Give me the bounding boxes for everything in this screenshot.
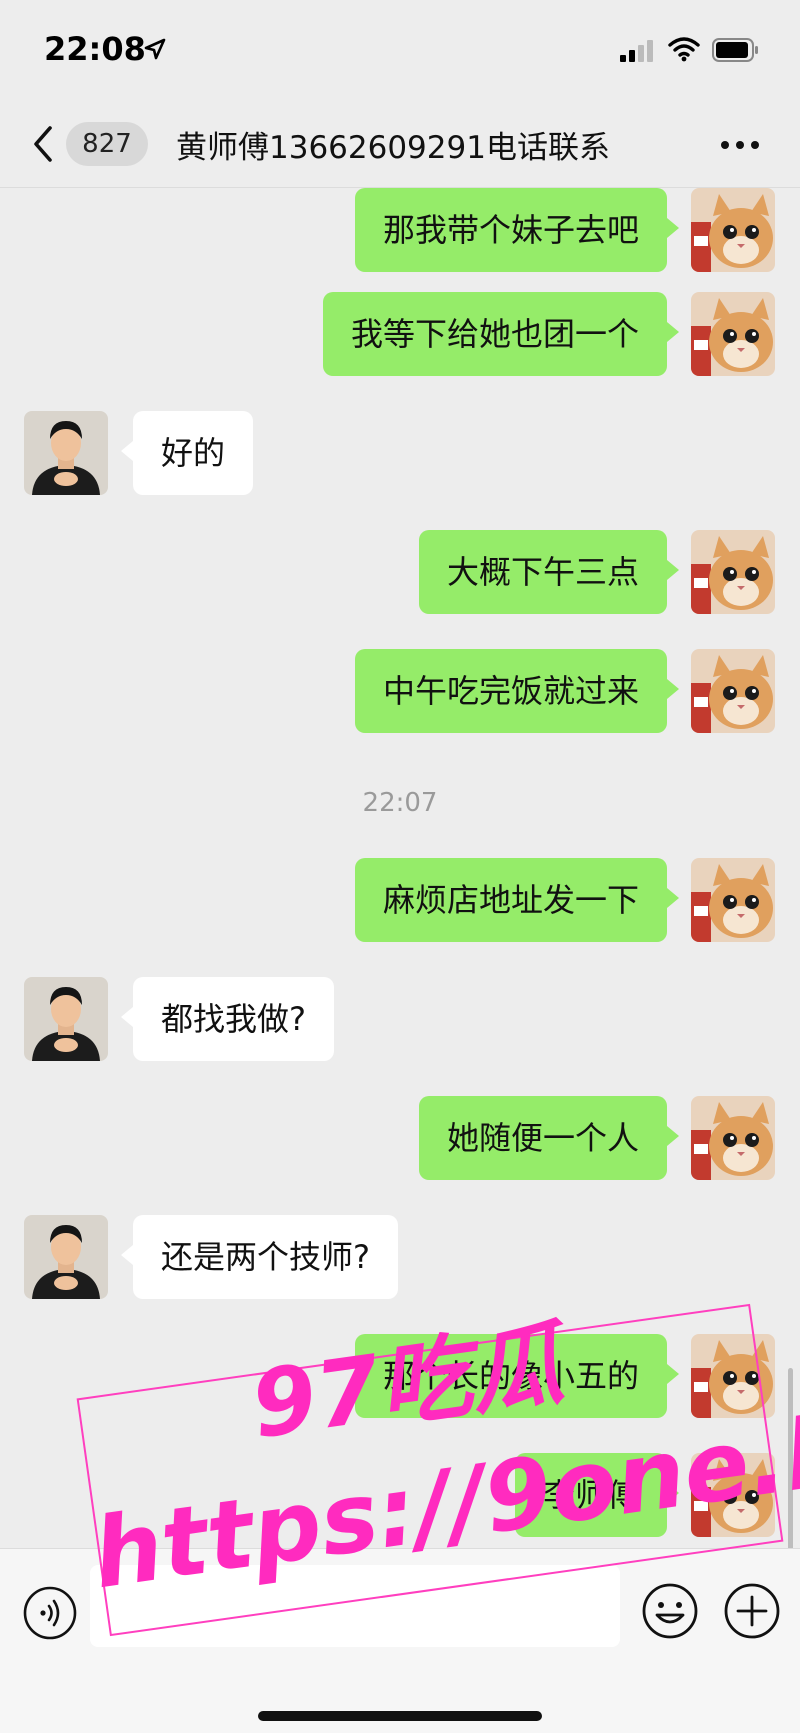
plus-icon[interactable] <box>722 1581 782 1645</box>
unread-count-badge[interactable]: 827 <box>66 122 148 166</box>
status-bar: 22:08 <box>0 0 800 100</box>
scrollbar[interactable] <box>788 1368 793 1548</box>
cellular-signal-icon <box>620 40 656 66</box>
contact-avatar[interactable] <box>24 411 108 495</box>
incoming-message: 好的 <box>0 411 800 501</box>
status-time: 22:08 <box>44 30 146 68</box>
wifi-icon <box>668 36 700 66</box>
emoji-icon[interactable] <box>640 1581 700 1645</box>
message-bubble[interactable]: 我等下给她也团一个 <box>322 292 680 376</box>
outgoing-message: 麻烦店地址发一下 <box>0 858 800 948</box>
chat-header: 827 黄师傅13662609291电话联系 <box>0 100 800 188</box>
message-bubble[interactable]: 那个长的像小五的 <box>354 1334 680 1418</box>
voice-icon[interactable] <box>22 1585 78 1645</box>
more-dots-icon[interactable] <box>720 136 760 155</box>
battery-icon <box>712 38 760 66</box>
outgoing-message: 那个长的像小五的 <box>0 1334 800 1424</box>
outgoing-message: 我等下给她也团一个 <box>0 292 800 382</box>
message-bubble[interactable]: 李师傅 <box>514 1453 680 1537</box>
home-indicator <box>258 1711 542 1721</box>
message-bubble[interactable]: 大概下午三点 <box>418 530 680 614</box>
contact-avatar[interactable] <box>24 1215 108 1299</box>
message-bubble[interactable]: 那我带个妹子去吧 <box>354 188 680 272</box>
outgoing-message: 中午吃完饭就过来 <box>0 649 800 739</box>
message-bubble[interactable]: 都找我做? <box>121 977 334 1061</box>
my-avatar[interactable] <box>691 1453 775 1537</box>
outgoing-message: 大概下午三点 <box>0 530 800 620</box>
incoming-message: 还是两个技师? <box>0 1215 800 1305</box>
outgoing-message: 她随便一个人 <box>0 1096 800 1186</box>
message-bubble[interactable]: 她随便一个人 <box>418 1096 680 1180</box>
message-bubble[interactable]: 中午吃完饭就过来 <box>354 649 680 733</box>
my-avatar[interactable] <box>691 292 775 376</box>
outgoing-message: 那我带个妹子去吧 <box>0 188 800 278</box>
incoming-message: 都找我做? <box>0 977 800 1067</box>
chat-title: 黄师傅13662609291电话联系 <box>176 130 610 166</box>
my-avatar[interactable] <box>691 530 775 614</box>
my-avatar[interactable] <box>691 649 775 733</box>
message-input[interactable] <box>90 1565 620 1647</box>
message-bubble[interactable]: 还是两个技师? <box>121 1215 398 1299</box>
message-bubble[interactable]: 好的 <box>120 411 254 495</box>
input-bar <box>0 1548 800 1733</box>
message-list[interactable]: 22:07 那我带个妹子去吧我等下给她也团一个 好的大概下午三点中午吃完饭就过来麻… <box>0 188 800 1548</box>
location-arrow-icon <box>144 38 166 64</box>
message-bubble[interactable]: 麻烦店地址发一下 <box>354 858 680 942</box>
my-avatar[interactable] <box>691 1334 775 1418</box>
my-avatar[interactable] <box>691 188 775 272</box>
back-chevron-icon[interactable] <box>30 124 54 168</box>
my-avatar[interactable] <box>691 858 775 942</box>
outgoing-message: 李师傅 <box>0 1453 800 1543</box>
message-timestamp: 22:07 <box>362 788 438 818</box>
contact-avatar[interactable] <box>24 977 108 1061</box>
my-avatar[interactable] <box>691 1096 775 1180</box>
